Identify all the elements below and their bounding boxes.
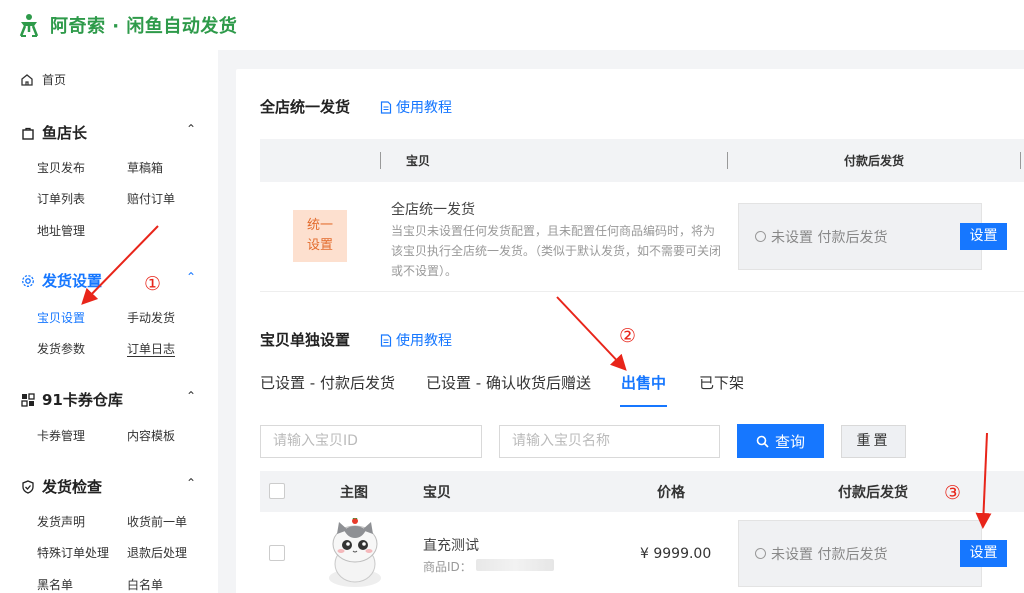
tab-off-shelf[interactable]: 已下架 [699, 372, 744, 393]
ship-status-box: 未设置 付款后发货 [738, 520, 982, 587]
radio-empty-icon [755, 548, 766, 559]
sidebar-item-item-settings[interactable]: 宝贝设置 [37, 309, 85, 326]
section-title: 鱼店长 [42, 124, 88, 142]
document-icon [380, 100, 392, 114]
sidebar-item-whitelist[interactable]: 白名单 [127, 576, 163, 593]
select-all-checkbox[interactable] [269, 483, 285, 499]
logo-icon [19, 14, 39, 37]
store-setting-button[interactable]: 设置 [960, 223, 1007, 250]
sidebar-item-pre-receipt[interactable]: 收货前一单 [127, 513, 187, 530]
column-header-image: 主图 [340, 485, 368, 501]
sidebar-item-content-template[interactable]: 内容模板 [127, 427, 175, 444]
column-header-ship-after-pay: 付款后发货 [838, 485, 908, 501]
grid-icon [20, 392, 36, 407]
chevron-up-icon: ⌃ [185, 389, 196, 403]
app-title: 阿奇索 · 闲鱼自动发货 [50, 16, 238, 37]
top-bar: 阿奇索 · 闲鱼自动发货 [0, 0, 1024, 50]
unified-setting-badge: 统一 设置 [293, 210, 347, 262]
ship-status-box: 未设置 付款后发货 [738, 203, 982, 270]
sidebar-item-refund-handling[interactable]: 退款后处理 [127, 544, 187, 561]
tab-on-sale[interactable]: 出售中 [621, 372, 666, 393]
query-button[interactable]: 查询 [737, 424, 824, 458]
column-header-item: 宝贝 [406, 154, 431, 168]
radio-empty-icon [755, 231, 766, 242]
search-icon [756, 435, 769, 448]
chevron-up-icon: ⌃ [185, 122, 196, 136]
sidebar-item-order-log[interactable]: 订单日志 [127, 340, 175, 357]
chevron-up-icon: ⌃ [185, 476, 196, 490]
reset-button[interactable]: 重置 [841, 425, 906, 458]
store-table-header: 宝贝 付款后发货 [260, 139, 1024, 182]
column-header-item: 宝贝 [423, 485, 451, 501]
section-title: 发货检查 [42, 478, 103, 496]
sidebar-item-publish[interactable]: 宝贝发布 [37, 159, 85, 176]
ship-status: 未设置 付款后发货 [755, 544, 887, 564]
tutorial-link-label: 使用教程 [396, 100, 452, 116]
store-shipping-description: 当宝贝未设置任何发货配置，且未配置任何商品编码时，将为该宝贝执行全店统一发货。（… [391, 224, 722, 278]
search-name-input[interactable]: 请输入宝贝名称 [499, 425, 720, 458]
sidebar-item-address[interactable]: 地址管理 [37, 222, 85, 239]
sidebar-item-ship-params[interactable]: 发货参数 [37, 340, 85, 357]
chevron-up-icon: ⌃ [185, 270, 196, 284]
query-button-label: 查询 [774, 432, 805, 451]
item-setting-button[interactable]: 设置 [960, 540, 1007, 567]
product-price: ¥ 9999.00 [640, 546, 712, 562]
annotation-mark-1: ① [144, 273, 162, 295]
product-name: 直充测试 [423, 538, 479, 554]
tab-set-confirm-gift[interactable]: 已设置 - 确认收货后赠送 [426, 372, 591, 393]
sidebar-section-shipping-settings[interactable]: 发货设置 ⌃ [20, 270, 200, 291]
sidebar: 首页 鱼店长 ⌃ 宝贝发布 草稿箱 订单列表 赔付订单 地址管理 发货设置 ⌃ … [0, 50, 218, 593]
store-shipping-title: 全店统一发货 [391, 202, 475, 218]
sidebar-section-card-warehouse[interactable]: 91卡券仓库 ⌃ [20, 389, 200, 410]
tutorial-link[interactable]: 使用教程 [380, 330, 452, 350]
ship-status-text: 未设置 付款后发货 [771, 229, 888, 246]
sidebar-section-fish-shop[interactable]: 鱼店长 ⌃ [20, 122, 200, 143]
section-title-item-settings: 宝贝单独设置 [260, 331, 351, 349]
ship-status-text: 未设置 付款后发货 [771, 546, 888, 563]
ship-status: 未设置 付款后发货 [755, 227, 887, 247]
section-title-store-shipping: 全店统一发货 [260, 98, 351, 116]
column-header-price: 价格 [657, 485, 685, 501]
search-id-input[interactable]: 请输入宝贝ID [260, 425, 482, 458]
tab-set-pay-ship[interactable]: 已设置 - 付款后发货 [260, 372, 395, 393]
section-title: 发货设置 [42, 272, 103, 290]
tutorial-link[interactable]: 使用教程 [380, 97, 452, 117]
sidebar-item-home[interactable]: 首页 [20, 71, 66, 88]
sidebar-item-special-orders[interactable]: 特殊订单处理 [37, 544, 109, 561]
row-checkbox[interactable] [269, 545, 285, 561]
column-header-ship-after-pay: 付款后发货 [844, 154, 905, 168]
column-divider [380, 152, 381, 169]
document-icon [380, 333, 392, 347]
sidebar-item-card-manage[interactable]: 卡券管理 [37, 427, 85, 444]
sidebar-item-order-list[interactable]: 订单列表 [37, 190, 85, 207]
tutorial-link-label: 使用教程 [396, 333, 452, 349]
gear-icon [20, 274, 36, 288]
section-title: 91卡券仓库 [42, 391, 123, 409]
active-tab-indicator [620, 405, 667, 407]
sidebar-item-ship-statement[interactable]: 发货声明 [37, 513, 85, 530]
sidebar-item-label: 首页 [42, 73, 67, 87]
column-divider [727, 152, 728, 169]
column-divider [1020, 152, 1021, 169]
product-id-redacted [476, 559, 554, 571]
sidebar-section-ship-check[interactable]: 发货检查 ⌃ [20, 476, 200, 497]
annotation-mark-3: ③ [944, 482, 962, 504]
home-icon [21, 73, 33, 86]
sidebar-item-drafts[interactable]: 草稿箱 [127, 159, 163, 176]
product-thumbnail[interactable] [324, 518, 386, 588]
item-table-header: 主图 宝贝 价格 付款后发货 [260, 471, 1024, 512]
product-id-label: 商品ID： [423, 560, 472, 574]
sidebar-item-blacklist[interactable]: 黑名单 [37, 576, 73, 593]
sidebar-item-manual-ship[interactable]: 手动发货 [127, 309, 175, 326]
store-table-row: 统一 设置 全店统一发货 当宝贝未设置任何发货配置，且未配置任何商品编码时，将为该… [260, 182, 1024, 292]
sidebar-item-compensation-orders[interactable]: 赔付订单 [127, 190, 175, 207]
shield-icon [20, 479, 36, 494]
bag-icon [20, 126, 36, 140]
annotation-mark-2: ② [619, 325, 637, 347]
